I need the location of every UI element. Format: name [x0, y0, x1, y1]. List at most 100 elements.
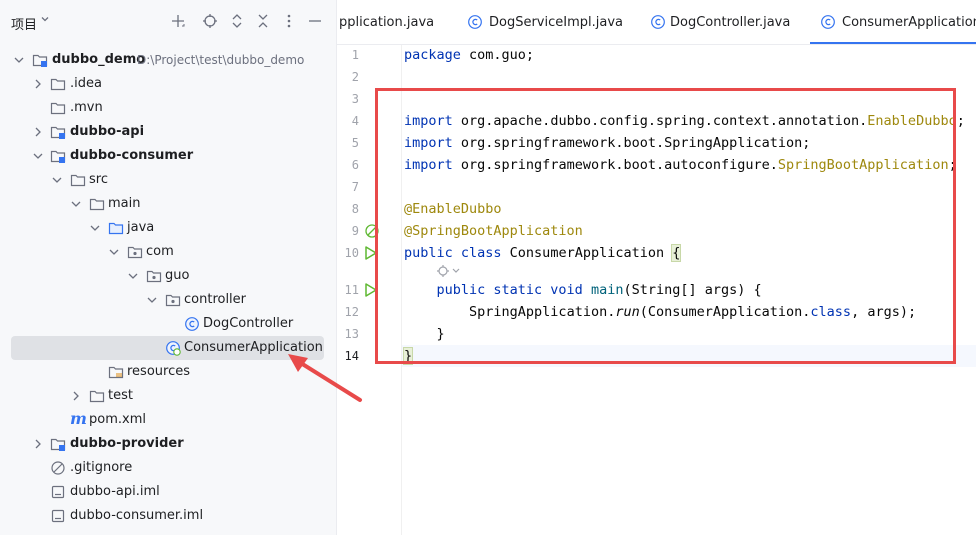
- file-icon: [50, 484, 66, 500]
- chevron-right-icon[interactable]: [70, 390, 82, 402]
- active-tab-indicator: [810, 42, 976, 44]
- folder-icon: [89, 196, 105, 212]
- tree-item-label: dubbo-consumer.iml: [70, 508, 204, 523]
- more-options-icon[interactable]: [280, 12, 298, 30]
- chevron-down-icon[interactable]: [146, 294, 158, 306]
- folder-icon: [50, 100, 66, 116]
- class-icon: [184, 316, 200, 332]
- code-text: ;: [956, 113, 965, 129]
- tree-item-mvn[interactable]: .mvn: [0, 96, 336, 120]
- tree-item-com[interactable]: com: [0, 240, 336, 264]
- tab-label: DogServiceImpl.java: [489, 15, 623, 30]
- tree-item-label: pom.xml: [89, 412, 146, 427]
- locate-icon[interactable]: [201, 12, 219, 30]
- collapse-all-icon[interactable]: [254, 12, 272, 30]
- tab-application-java[interactable]: pplication.java: [337, 0, 449, 44]
- chevron-down-icon[interactable]: [40, 14, 50, 27]
- chevron-down-icon[interactable]: [108, 246, 120, 258]
- ignore-file-icon: [50, 460, 66, 476]
- line-number: 12: [344, 305, 359, 319]
- expand-all-icon[interactable]: [228, 12, 246, 30]
- folder-icon: [50, 76, 66, 92]
- tree-item-gitignore[interactable]: .gitignore: [0, 456, 336, 480]
- source-folder-icon: [108, 220, 124, 236]
- tree-item-idea[interactable]: .idea: [0, 72, 336, 96]
- tab-consumerapplication-java[interactable]: ConsumerApplication.ja: [810, 0, 976, 44]
- module-folder-icon: [50, 436, 66, 452]
- line-number: 10: [344, 246, 359, 260]
- tree-item-label: guo: [165, 268, 190, 283]
- annotation-arrow-icon: [288, 354, 362, 402]
- chevron-down-icon[interactable]: [32, 150, 44, 162]
- tree-item-dubbo-api[interactable]: dubbo-api: [0, 120, 336, 144]
- module-folder-icon: [50, 148, 66, 164]
- tab-label: DogController.java: [670, 15, 791, 30]
- line-number: 11: [344, 283, 359, 297]
- tree-item-label: .mvn: [70, 100, 103, 115]
- line-number: 9: [351, 224, 359, 238]
- hide-panel-icon[interactable]: [306, 12, 324, 30]
- add-icon[interactable]: [169, 12, 187, 30]
- project-tool-window: 项目 dubbo_demo D:\Project\test\dubbo_demo: [0, 0, 337, 535]
- tab-label: pplication.java: [339, 15, 435, 30]
- tree-item-dubbo-demo[interactable]: dubbo_demo D:\Project\test\dubbo_demo: [0, 48, 336, 72]
- maven-icon: m: [70, 409, 87, 428]
- package-icon: [165, 292, 181, 308]
- tree-item-dubbo-consumer[interactable]: dubbo-consumer: [0, 144, 336, 168]
- line-number: 8: [351, 202, 359, 216]
- tree-item-dubbo-provider[interactable]: dubbo-provider: [0, 432, 336, 456]
- chevron-right-icon[interactable]: [32, 126, 44, 138]
- tree-item-dubbo-consumer-iml[interactable]: dubbo-consumer.iml: [0, 504, 336, 528]
- annotation-highlight-box: [375, 88, 956, 364]
- line-number: 4: [351, 114, 359, 128]
- spring-class-icon: [165, 340, 181, 356]
- line-number: 2: [351, 70, 359, 84]
- tree-item-dubbo-api-iml[interactable]: dubbo-api.iml: [0, 480, 336, 504]
- tree-item-label: resources: [127, 364, 191, 379]
- chevron-down-icon[interactable]: [13, 54, 25, 66]
- package-icon: [127, 244, 143, 260]
- tree-item-label: dubbo-consumer: [70, 148, 194, 163]
- code-text: com.guo;: [460, 47, 535, 63]
- code-line-1: package com.guo;: [404, 47, 534, 63]
- tab-label: ConsumerApplication.ja: [842, 15, 976, 30]
- folder-icon: [70, 172, 86, 188]
- tree-item-pom-xml[interactable]: m pom.xml: [0, 408, 336, 432]
- line-number: 1: [351, 48, 359, 62]
- tree-item-main[interactable]: main: [0, 192, 336, 216]
- tree-item-label: main: [108, 196, 141, 211]
- resources-folder-icon: [108, 364, 124, 380]
- file-icon: [50, 508, 66, 524]
- tree-item-label: controller: [184, 292, 247, 307]
- project-panel-title[interactable]: 项目: [11, 14, 37, 33]
- tree-item-label: DogController: [203, 316, 294, 331]
- tree-item-label: com: [146, 244, 174, 259]
- tree-item-label: java: [127, 220, 155, 235]
- tab-dogcontroller-java[interactable]: DogController.java: [648, 0, 808, 44]
- chevron-down-icon[interactable]: [70, 198, 82, 210]
- tree-item-guo[interactable]: guo: [0, 264, 336, 288]
- tree-item-label: test: [108, 388, 133, 403]
- class-icon: [467, 14, 483, 30]
- tree-item-src[interactable]: src: [0, 168, 336, 192]
- tree-item-dogcontroller[interactable]: DogController: [0, 312, 336, 336]
- line-number: 7: [351, 180, 359, 194]
- tab-dogserviceimpl-java[interactable]: DogServiceImpl.java: [465, 0, 635, 44]
- tree-item-label: .gitignore: [70, 460, 133, 475]
- line-number: 5: [351, 136, 359, 150]
- chevron-down-icon[interactable]: [127, 270, 139, 282]
- class-icon: [650, 14, 666, 30]
- chevron-down-icon[interactable]: [89, 222, 101, 234]
- package-icon: [146, 268, 162, 284]
- module-folder-icon: [50, 124, 66, 140]
- tree-item-label: dubbo-api: [70, 124, 145, 139]
- chevron-right-icon[interactable]: [32, 78, 44, 90]
- class-icon: [820, 14, 836, 30]
- line-number: 6: [351, 158, 359, 172]
- tree-item-label: dubbo-provider: [70, 436, 184, 451]
- project-path: D:\Project\test\dubbo_demo: [137, 53, 305, 67]
- chevron-right-icon[interactable]: [32, 438, 44, 450]
- chevron-down-icon[interactable]: [51, 174, 63, 186]
- tree-item-controller[interactable]: controller: [0, 288, 336, 312]
- tree-item-java[interactable]: java: [0, 216, 336, 240]
